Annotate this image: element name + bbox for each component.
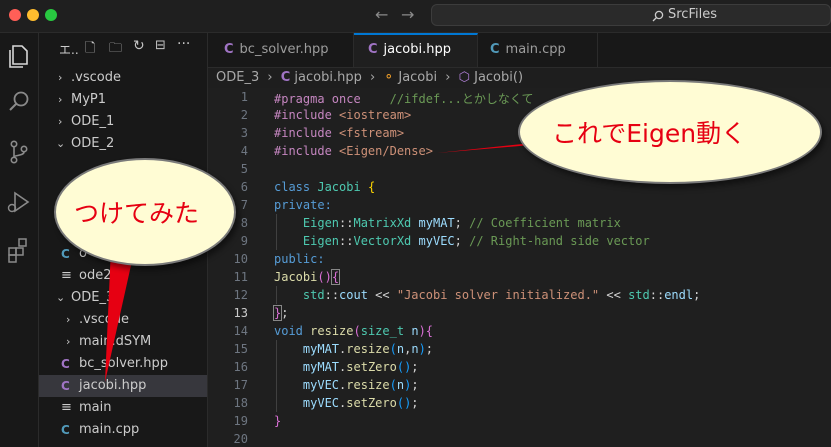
callout-eigen: これでEigen動く <box>518 80 822 184</box>
callout-tried: つけてみた <box>54 158 236 266</box>
